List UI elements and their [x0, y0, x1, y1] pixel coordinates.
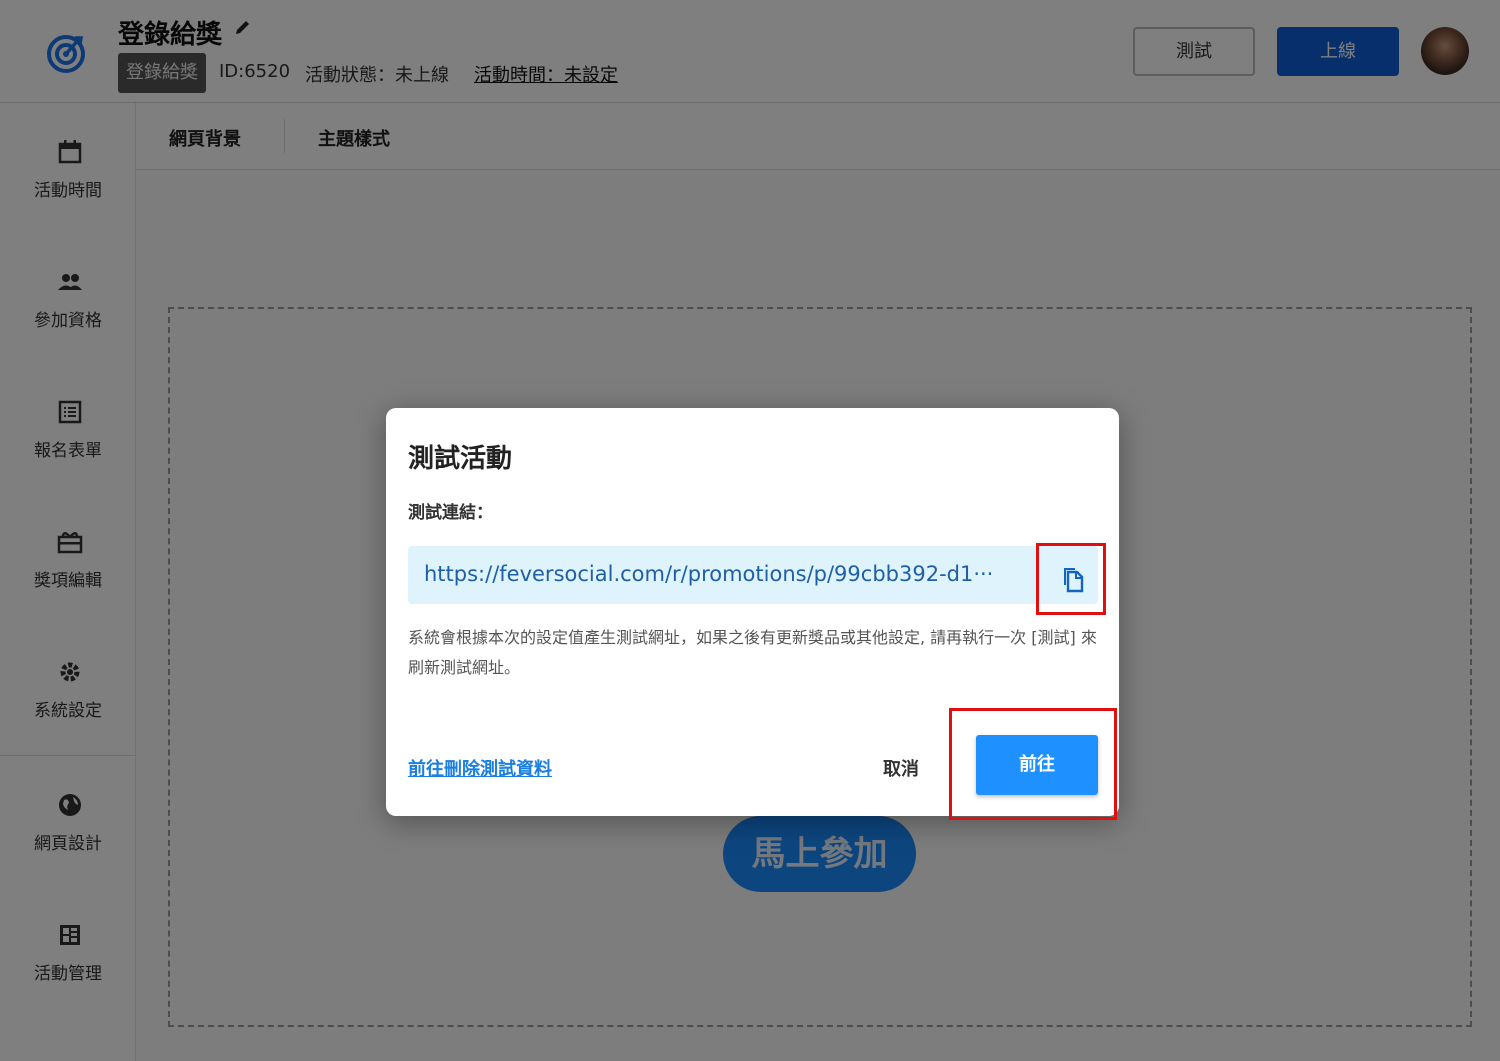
delete-test-data-link[interactable]: 前往刪除測試資料 — [408, 755, 552, 781]
test-link-label: 測試連結： — [408, 503, 493, 523]
go-button[interactable]: 前往 — [976, 735, 1098, 795]
test-url-text: https://feversocial.com/r/promotions/p/9… — [424, 562, 994, 586]
dialog-title: 測試活動 — [408, 444, 513, 474]
test-url-field[interactable]: https://feversocial.com/r/promotions/p/9… — [408, 546, 1098, 604]
test-activity-dialog: 測試活動 測試連結： https://feversocial.com/r/pro… — [386, 408, 1119, 820]
test-url-note: 系統會根據本次的設定值產生測試網址，如果之後有更新獎品或其他設定, 請再執行一次… — [408, 628, 1097, 677]
copy-url-button[interactable] — [1036, 543, 1106, 615]
copy-icon — [1064, 568, 1084, 593]
cancel-button[interactable]: 取消 — [883, 755, 919, 781]
